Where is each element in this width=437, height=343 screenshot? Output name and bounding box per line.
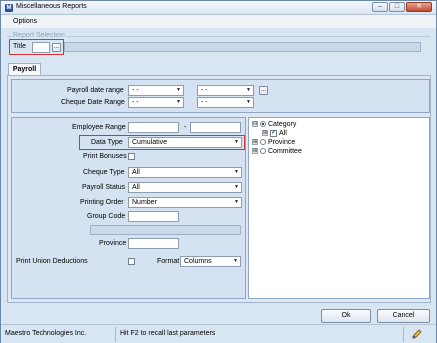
pencil-icon[interactable] (411, 328, 423, 340)
status-hint: Hit F2 to recall last parameters (120, 330, 216, 337)
cheque-date-range-label: Cheque Date Range (61, 99, 125, 106)
chevron-down-icon: ▼ (233, 258, 238, 264)
payroll-status-label: Payroll Status (82, 184, 126, 191)
payroll-status-value: All (132, 184, 140, 191)
cheque-type-value: All (132, 169, 140, 176)
date-browse-button[interactable]: ... (259, 86, 268, 95)
maximize-button[interactable]: □ (389, 2, 405, 12)
app-icon: M (5, 4, 13, 12)
expand-icon[interactable]: ⊞ (252, 139, 258, 146)
print-bonuses-checkbox[interactable] (128, 153, 135, 160)
payroll-date-to[interactable]: - - ▼ (197, 85, 254, 96)
format-select[interactable]: Columns ▼ (180, 256, 241, 267)
range-separator: - (184, 124, 187, 131)
province-label: Province (99, 240, 127, 247)
data-type-highlight-box (79, 135, 245, 150)
tree-item-committee[interactable]: ⊞ Committee (252, 147, 302, 156)
tree-item-province[interactable]: ⊞ Province (252, 138, 295, 147)
status-bar: Maestro Technologies Inc. Hit F2 to reca… (1, 324, 436, 343)
format-label: Format (157, 258, 180, 265)
payroll-date-range-label: Payroll date range (67, 87, 124, 94)
category-radio[interactable] (260, 121, 266, 128)
menu-options[interactable]: Options (13, 18, 37, 25)
company-name: Maestro Technologies Inc. (5, 330, 87, 337)
employee-range-from-input[interactable] (128, 122, 179, 133)
province-radio[interactable] (260, 139, 266, 146)
chevron-down-icon: ▼ (234, 184, 239, 190)
cheque-type-select[interactable]: All ▼ (128, 167, 242, 178)
title-description-bar (64, 42, 421, 52)
category-tree: ⊟ Category ⊞ ✓ All ⊞ Province ⊞ Committee (248, 117, 430, 299)
minimize-button[interactable]: – (372, 2, 388, 12)
report-window: M Miscellaneous Reports – □ ✕ Options Re… (0, 0, 437, 343)
payroll-date-from[interactable]: - - ▼ (128, 85, 184, 96)
status-separator (403, 327, 404, 342)
payroll-date-to-value: - - (201, 87, 208, 94)
chevron-down-icon: ▼ (234, 169, 239, 175)
cancel-button[interactable]: Cancel (377, 309, 430, 323)
tree-item-category-label: Category (268, 121, 297, 128)
cheque-date-from[interactable]: - - ▼ (128, 97, 184, 108)
tree-item-category[interactable]: ⊟ Category (252, 120, 296, 129)
chevron-down-icon: ▼ (176, 87, 181, 93)
group-code-label: Group Code (87, 213, 126, 220)
employee-range-to-input[interactable] (190, 122, 241, 133)
tree-item-all[interactable]: ⊞ ✓ All (262, 129, 287, 138)
province-input[interactable] (128, 238, 179, 249)
print-bonuses-label: Print Bonuses (83, 153, 127, 160)
tree-item-province-label: Province (268, 139, 296, 146)
chevron-down-icon: ▼ (176, 99, 181, 105)
tree-item-committee-label: Committee (268, 148, 302, 155)
menu-bar: Options (1, 15, 436, 28)
all-checkbox[interactable]: ✓ (270, 129, 277, 137)
cheque-type-label: Cheque Type (83, 169, 125, 176)
printing-order-label: Printing Order (80, 199, 124, 206)
payroll-date-from-value: - - (132, 87, 139, 94)
printing-order-value: Number (132, 199, 157, 206)
cheque-date-from-value: - - (132, 99, 139, 106)
chevron-down-icon: ▼ (234, 199, 239, 205)
tree-item-all-label: All (279, 130, 287, 137)
title-bar[interactable]: M Miscellaneous Reports – □ ✕ (1, 1, 436, 15)
window-title: Miscellaneous Reports (16, 3, 87, 10)
status-separator (115, 327, 116, 342)
cheque-date-to-value: - - (201, 99, 208, 106)
employee-range-label: Employee Range (72, 124, 126, 131)
collapse-icon[interactable]: ⊟ (252, 121, 258, 128)
format-value: Columns (184, 258, 212, 265)
printing-order-select[interactable]: Number ▼ (128, 197, 242, 208)
print-union-deductions-label: Print Union Deductions (16, 258, 88, 265)
committee-radio[interactable] (260, 148, 266, 155)
ok-button[interactable]: Ok (321, 309, 371, 323)
print-union-deductions-checkbox[interactable] (128, 258, 135, 265)
report-selection-divider (7, 36, 430, 37)
title-highlight-box (9, 39, 64, 55)
chevron-down-icon: ▼ (246, 99, 251, 105)
report-selection-title: Report Selection (12, 32, 66, 39)
close-button[interactable]: ✕ (406, 2, 432, 12)
chevron-down-icon: ▼ (246, 87, 251, 93)
expand-icon[interactable]: ⊞ (252, 148, 258, 155)
expand-icon[interactable]: ⊞ (262, 130, 268, 137)
group-code-input[interactable] (128, 211, 179, 222)
cheque-date-to[interactable]: - - ▼ (197, 97, 254, 108)
payroll-status-select[interactable]: All ▼ (128, 182, 242, 193)
group-description-bar (90, 225, 241, 235)
